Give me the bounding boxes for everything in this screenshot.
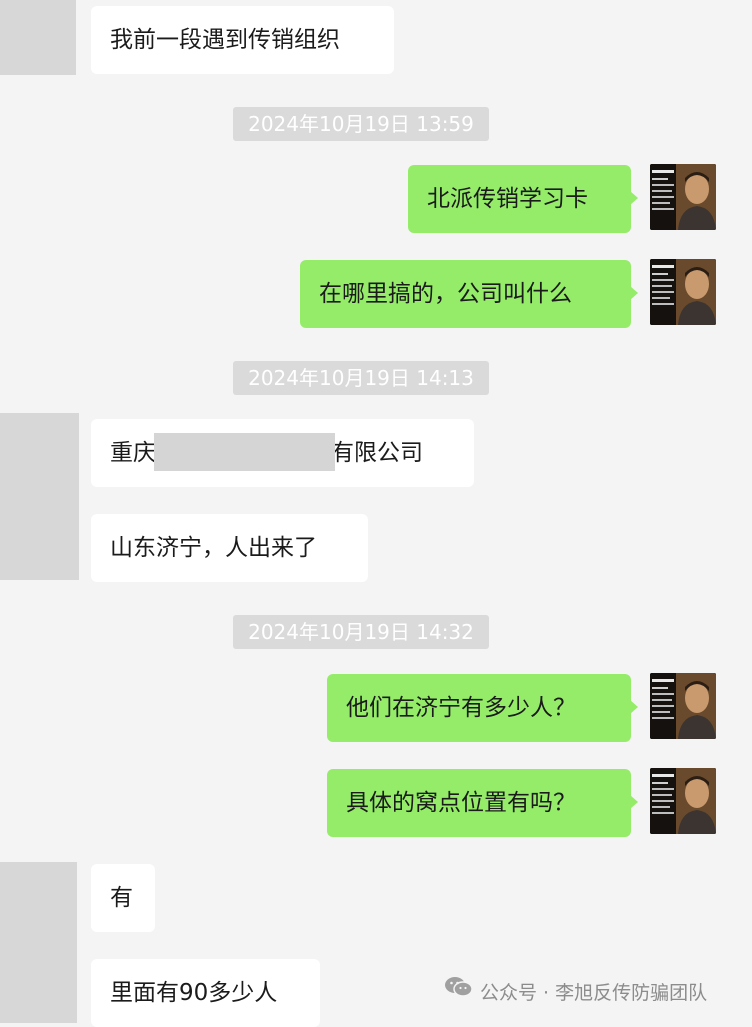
- timestamp-text: 2024年10月19日 14:13: [248, 366, 474, 390]
- message-bubble-incoming[interactable]: 我前一段遇到传销组织: [91, 6, 394, 74]
- message-bubble-incoming[interactable]: 里面有90多少人: [91, 959, 320, 1027]
- watermark: 公众号 · 李旭反传防骗团队: [444, 976, 708, 1008]
- message-text: 在哪里搞的，公司叫什么: [319, 281, 572, 307]
- message-text: 我前一段遇到传销组织: [110, 27, 340, 53]
- timestamp: 2024年10月19日 14:32: [233, 615, 489, 649]
- redaction-block: [154, 432, 335, 471]
- user-avatar[interactable]: [650, 164, 716, 230]
- message-text: 山东济宁，人出来了: [110, 535, 317, 561]
- message-text-prefix: 重庆: [110, 440, 156, 466]
- message-text: 有: [110, 885, 133, 911]
- user-avatar[interactable]: [650, 768, 716, 834]
- avatar-photo-icon: [650, 673, 716, 739]
- message-text: 北派传销学习卡: [427, 186, 588, 212]
- contact-avatar-2[interactable]: [0, 413, 79, 580]
- avatar-photo-icon: [650, 259, 716, 325]
- watermark-text: 公众号 · 李旭反传防骗团队: [480, 982, 708, 1004]
- timestamp: 2024年10月19日 14:13: [233, 361, 489, 395]
- message-text: 他们在济宁有多少人？: [346, 695, 576, 721]
- message-text: 具体的窝点位置有吗？: [346, 790, 576, 816]
- user-avatar[interactable]: [650, 673, 716, 739]
- avatar-photo-icon: [650, 768, 716, 834]
- message-bubble-incoming[interactable]: 有: [91, 864, 155, 932]
- message-text-suffix: 有限公司: [331, 440, 423, 466]
- message-bubble-outgoing[interactable]: 在哪里搞的，公司叫什么: [300, 260, 638, 328]
- contact-avatar-1[interactable]: [0, 0, 76, 75]
- message-bubble-incoming[interactable]: 山东济宁，人出来了: [91, 514, 368, 582]
- message-bubble-outgoing[interactable]: 北派传销学习卡: [408, 165, 638, 233]
- avatar-photo-icon: [650, 164, 716, 230]
- user-avatar[interactable]: [650, 259, 716, 325]
- message-bubble-outgoing[interactable]: 他们在济宁有多少人？: [327, 674, 638, 742]
- message-text: 里面有90多少人: [110, 980, 278, 1006]
- wechat-icon: [444, 976, 474, 1007]
- message-bubble-incoming[interactable]: 重庆 有限公司: [91, 419, 474, 487]
- message-bubble-outgoing[interactable]: 具体的窝点位置有吗？: [327, 769, 638, 837]
- contact-avatar-3[interactable]: [0, 862, 77, 1023]
- timestamp: 2024年10月19日 13:59: [233, 107, 489, 141]
- timestamp-text: 2024年10月19日 14:32: [248, 620, 474, 644]
- timestamp-text: 2024年10月19日 13:59: [248, 112, 474, 136]
